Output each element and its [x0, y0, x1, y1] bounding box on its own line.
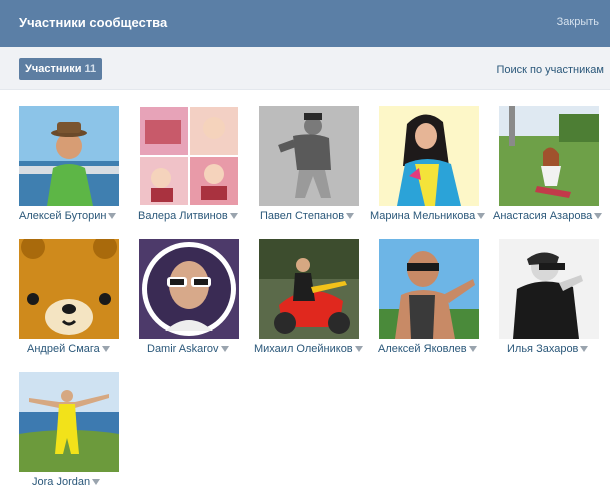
member-name[interactable]: Михаил Олейников: [254, 342, 363, 356]
member-name[interactable]: Илья Захаров: [507, 342, 589, 356]
member-name[interactable]: Алексей Буторин: [19, 209, 117, 223]
member-avatar[interactable]: [19, 106, 119, 206]
member-avatar[interactable]: [139, 239, 239, 339]
member-name[interactable]: Павел Степанов: [260, 209, 355, 223]
member-name[interactable]: Jora Jordan: [32, 475, 101, 489]
member-avatar[interactable]: [19, 372, 119, 472]
member-name[interactable]: Анастасия Азарова: [493, 209, 603, 223]
chevron-down-icon[interactable]: [580, 346, 589, 352]
dialog-header: Участники сообщества Закрыть: [0, 0, 610, 47]
tab-members-label: Участники: [25, 63, 82, 75]
chevron-down-icon[interactable]: [354, 346, 363, 352]
member-avatar[interactable]: [259, 106, 359, 206]
tab-members-count: 11: [84, 63, 97, 75]
tab-bar: Участники 11 Поиск по участникам: [0, 47, 610, 90]
member-avatar[interactable]: [379, 106, 479, 206]
chevron-down-icon[interactable]: [108, 213, 117, 219]
members-grid: Алексей Буторин Валера Литвинов Павел Ст…: [0, 90, 610, 503]
dialog-title: Участники сообщества: [19, 15, 168, 30]
member-name[interactable]: Марина Мельникова: [370, 209, 486, 223]
tab-members[interactable]: Участники 11: [19, 58, 103, 80]
member-name[interactable]: Андрей Смага: [27, 342, 110, 356]
chevron-down-icon[interactable]: [477, 213, 486, 219]
member-avatar[interactable]: [499, 239, 599, 339]
member-avatar[interactable]: [19, 239, 119, 339]
search-members-link[interactable]: Поиск по участникам: [496, 64, 604, 76]
chevron-down-icon[interactable]: [101, 346, 110, 352]
member-name[interactable]: Валера Литвинов: [138, 209, 238, 223]
chevron-down-icon[interactable]: [229, 213, 238, 219]
member-name[interactable]: Алексей Яковлев: [378, 342, 477, 356]
chevron-down-icon[interactable]: [468, 346, 477, 352]
close-button[interactable]: Закрыть: [557, 16, 599, 28]
member-avatar[interactable]: [139, 106, 239, 206]
chevron-down-icon[interactable]: [220, 346, 229, 352]
member-avatar[interactable]: [379, 239, 479, 339]
chevron-down-icon[interactable]: [346, 213, 355, 219]
member-name[interactable]: Damir Askarov: [147, 342, 229, 356]
member-avatar[interactable]: [259, 239, 359, 339]
member-avatar[interactable]: [499, 106, 599, 206]
chevron-down-icon[interactable]: [92, 479, 101, 485]
chevron-down-icon[interactable]: [594, 213, 603, 219]
